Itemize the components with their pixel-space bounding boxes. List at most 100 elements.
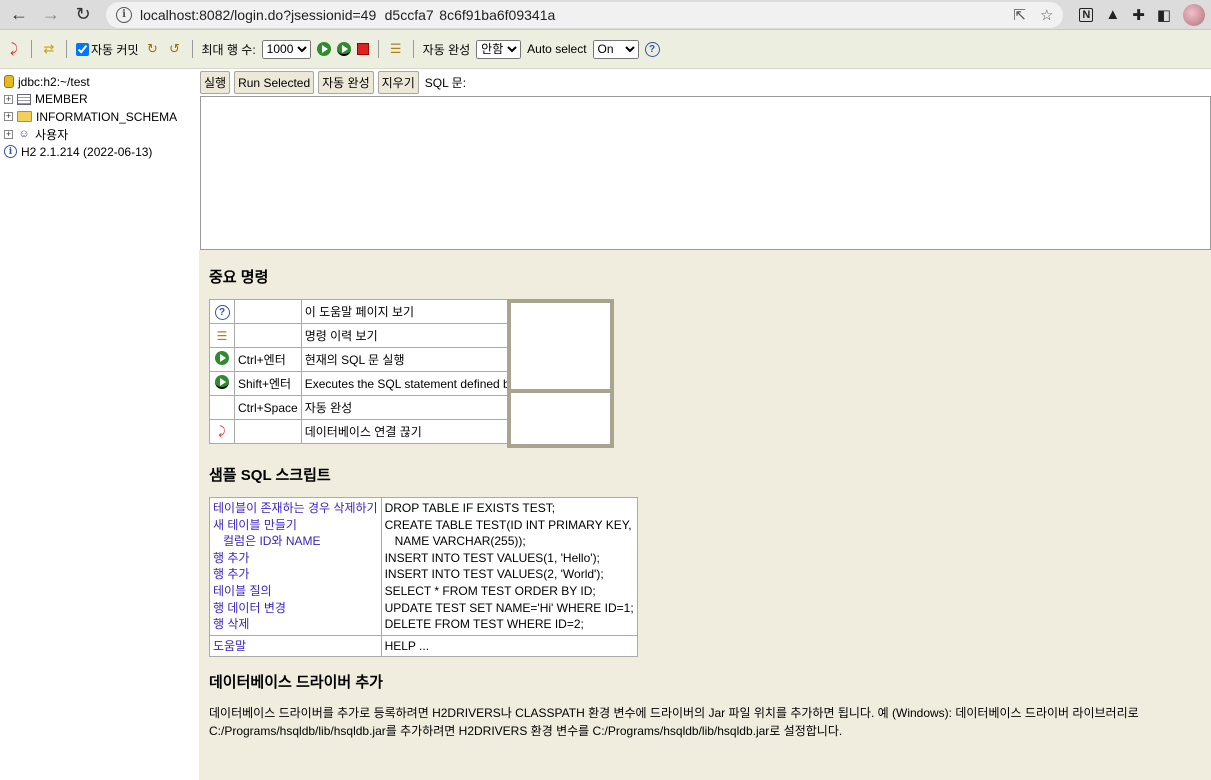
autocommit-toggle[interactable]: 자동 커밋	[76, 41, 139, 58]
run-selected-icon[interactable]	[336, 42, 351, 56]
toolbar-divider	[191, 40, 193, 58]
run-icon[interactable]	[215, 351, 229, 365]
commit-icon[interactable]: ↻	[145, 41, 161, 57]
profile-avatar[interactable]	[1183, 3, 1205, 26]
sample-sql: DROP TABLE IF EXISTS TEST; CREATE TABLE …	[380, 497, 638, 636]
tree-item-label: MEMBER	[35, 92, 88, 107]
address-bar[interactable]: i localhost:8082/login.do?jsessionid=49 …	[106, 1, 1064, 28]
tree-item-label: 사용자	[35, 127, 69, 142]
app-toolbar: ⤸ ⇄ 자동 커밋 ↻ ↺ 최대 행 수: 1000 ☰ 자동 완성 안함 Au…	[0, 30, 1211, 69]
tree-item-users[interactable]: + ☺ 사용자	[4, 126, 195, 144]
site-info-icon[interactable]: i	[116, 6, 132, 23]
clear-button[interactable]: 지우기	[377, 71, 419, 94]
help-panel: 중요 명령 ? 이 도움말 페이지 보기 ☰ 명령 이력 보기 Ctrl+엔터 …	[199, 250, 1211, 780]
help-icon[interactable]: ?	[214, 304, 230, 320]
command-key: Ctrl+엔터	[234, 347, 302, 372]
url-text[interactable]: localhost:8082/login.do?jsessionid=49 d5…	[140, 7, 1005, 23]
autocomplete-button[interactable]: 자동 완성	[318, 71, 374, 94]
sql-editor[interactable]	[200, 96, 1211, 250]
table-row: ☰ 명령 이력 보기	[209, 323, 509, 348]
sample-link[interactable]: 행 데이터 변경	[213, 600, 378, 617]
sample-link[interactable]: 테이블이 존재하는 경우 삭제하기	[213, 500, 378, 517]
table-row: Ctrl+엔터 현재의 SQL 문 실행	[209, 347, 509, 372]
table-row: 도움말 HELP ...	[209, 634, 638, 658]
history-icon[interactable]: ☰	[388, 41, 404, 57]
back-arrow-icon[interactable]: ←	[6, 2, 32, 28]
expand-icon[interactable]: +	[4, 129, 13, 139]
sample-link[interactable]: 행 추가	[213, 550, 378, 567]
help-icon[interactable]: ?	[644, 41, 660, 57]
table-row: ⤸ 데이터베이스 연결 끊기	[209, 419, 509, 444]
sample-link[interactable]: 새 테이블 만들기	[213, 517, 378, 534]
table-icon	[17, 93, 31, 105]
table-row: 테이블이 존재하는 경우 삭제하기 새 테이블 만들기 컬럼은 ID와 NAME…	[209, 497, 638, 636]
schema-tree: jdbc:h2:~/test + MEMBER + INFORMATION_SC…	[0, 69, 199, 780]
folder-icon	[17, 111, 32, 123]
autocommit-checkbox[interactable]	[76, 42, 89, 56]
connection-label: jdbc:h2:~/test	[18, 74, 90, 89]
autoselect-select[interactable]: On	[592, 39, 639, 59]
tree-item-information-schema[interactable]: + INFORMATION_SCHEMA	[4, 108, 195, 126]
table-row: ? 이 도움말 페이지 보기	[209, 299, 509, 324]
sql-line: CREATE TABLE TEST(ID INT PRIMARY KEY,	[384, 517, 632, 532]
puzzle-icon[interactable]: ✚	[1132, 6, 1145, 24]
browser-chrome: ← → ↻ i localhost:8082/login.do?jsession…	[0, 0, 1211, 30]
users-icon: ☺	[18, 128, 30, 141]
run-button[interactable]: 실행	[200, 71, 231, 94]
sample-link[interactable]: 테이블 질의	[213, 583, 378, 600]
info-icon: i	[4, 145, 17, 159]
command-desc: 명령 이력 보기	[300, 323, 509, 348]
autocomplete-select[interactable]: 안함	[476, 39, 522, 59]
command-key: Shift+엔터	[234, 371, 302, 396]
expand-icon[interactable]: +	[4, 112, 13, 122]
tree-item-member[interactable]: + MEMBER	[4, 91, 195, 109]
forward-arrow-icon[interactable]: →	[38, 2, 64, 28]
sql-line: NAME VARCHAR(255));	[394, 534, 526, 549]
database-icon	[4, 75, 14, 89]
help-link[interactable]: 도움말	[213, 638, 378, 655]
autocommit-label: 자동 커밋	[91, 42, 139, 57]
run-selected-icon[interactable]	[215, 375, 229, 389]
share-icon[interactable]: ⇱	[1013, 6, 1026, 24]
refresh-icon[interactable]: ⇄	[41, 41, 57, 57]
sql-line: UPDATE TEST SET NAME='Hi' WHERE ID=1;	[384, 600, 634, 615]
sample-link[interactable]: 행 추가	[213, 566, 378, 583]
sql-line: INSERT INTO TEST VALUES(2, 'World');	[384, 567, 604, 582]
add-driver-title: 데이터베이스 드라이버 추가	[209, 674, 383, 692]
command-key: Ctrl+Space	[234, 395, 302, 420]
sql-line: SELECT * FROM TEST ORDER BY ID;	[384, 583, 596, 598]
command-key	[234, 419, 302, 444]
sql-action-bar: 실행 Run Selected 자동 완성 지우기 SQL 문:	[199, 69, 1211, 96]
driver-text-line: C:/Programs/hsqldb/lib/hsqldb.jar를 추가하려면…	[209, 724, 843, 739]
sidebar-icon[interactable]: ◧	[1157, 6, 1171, 24]
toolbar-divider	[377, 40, 379, 58]
disconnect-icon[interactable]: ⤸	[218, 424, 225, 438]
toolbar-divider	[31, 40, 32, 58]
sql-line: INSERT INTO TEST VALUES(1, 'Hello');	[384, 550, 600, 565]
disconnect-icon[interactable]: ⤸	[6, 41, 22, 57]
command-desc: 현재의 SQL 문 실행	[300, 347, 509, 372]
max-rows-select[interactable]: 1000	[261, 39, 311, 59]
sample-link[interactable]: 행 삭제	[213, 616, 378, 633]
rollback-icon[interactable]: ↺	[167, 41, 183, 57]
sql-line: DELETE FROM TEST WHERE ID=2;	[384, 617, 584, 632]
run-icon[interactable]	[316, 42, 331, 56]
sql-label: SQL 문:	[424, 76, 467, 90]
driver-text-line: 데이터베이스 드라이버를 추가로 등록하려면 H2DRIVERS나 CLASSP…	[209, 706, 1139, 721]
notion-icon[interactable]: N	[1079, 7, 1094, 22]
expand-icon[interactable]: +	[4, 94, 13, 104]
run-selected-button[interactable]: Run Selected	[234, 71, 315, 94]
stop-icon[interactable]	[356, 43, 369, 55]
max-rows-label: 최대 행 수:	[201, 42, 256, 57]
rendering-artifact	[506, 299, 614, 448]
sample-sql-table: 테이블이 존재하는 경우 삭제하기 새 테이블 만들기 컬럼은 ID와 NAME…	[209, 497, 638, 658]
command-desc: 자동 완성	[300, 395, 509, 420]
star-icon[interactable]: ☆	[1040, 6, 1053, 24]
history-icon[interactable]: ☰	[217, 329, 228, 343]
extension-icon[interactable]: ▲	[1105, 6, 1120, 23]
command-desc: 데이터베이스 연결 끊기	[300, 419, 509, 444]
sample-link[interactable]: 컬럼은 ID와 NAME	[213, 533, 378, 550]
tree-connection[interactable]: jdbc:h2:~/test	[4, 73, 195, 91]
important-commands-title: 중요 명령	[209, 269, 269, 286]
reload-icon[interactable]: ↻	[70, 2, 96, 28]
